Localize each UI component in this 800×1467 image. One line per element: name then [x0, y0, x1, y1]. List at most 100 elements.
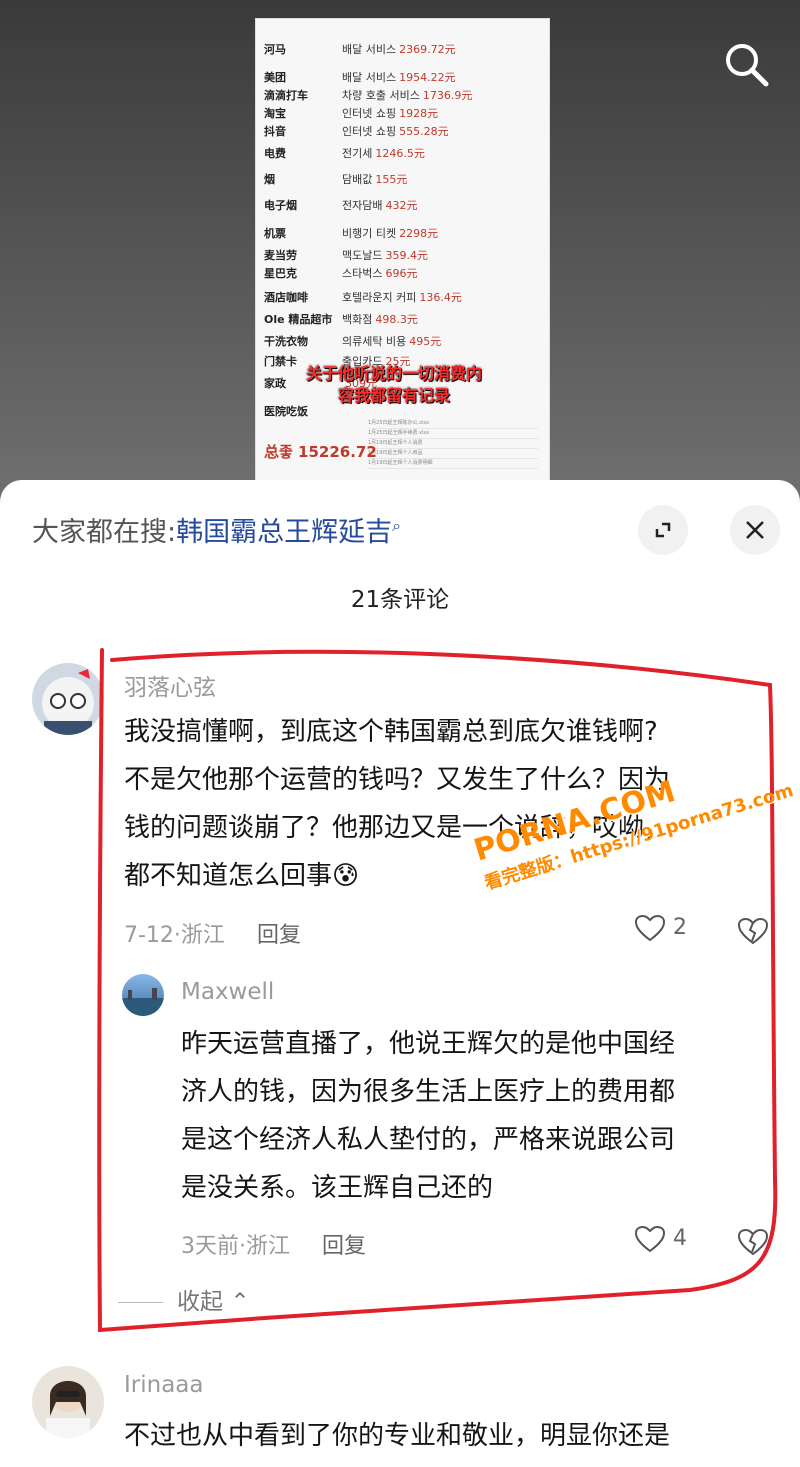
divider — [118, 1302, 163, 1303]
expense-amount: 1736.9元 — [422, 89, 473, 102]
avatar[interactable] — [32, 1366, 104, 1438]
expense-category: 电费 — [264, 147, 286, 160]
expense-category: 滴滴打车 — [264, 89, 308, 102]
comment-username[interactable]: Maxwell — [181, 979, 274, 1005]
like-count: 4 — [673, 1226, 687, 1251]
expense-korean-label: 의류세탁 비용 — [342, 335, 407, 348]
like-button[interactable]: 4 — [634, 1225, 687, 1253]
comments-sheet: 大家都在搜:韩国霸总王辉延吉⌕ 21条评论 羽落心弦 我没搞懂啊，到底这个韩国霸… — [0, 480, 800, 1467]
comment-count: 21条评论 — [350, 587, 450, 613]
expense-category: 酒店咖啡 — [264, 291, 308, 304]
expense-amount: 1954.22元 — [399, 71, 456, 84]
chevron-up-icon: ⌃ — [230, 1289, 250, 1315]
heart-icon — [634, 1225, 666, 1253]
expense-korean-label: 배달 서비스 — [342, 43, 397, 56]
expense-document: 河马 배달 서비스 2369.72元 美团 배달 서비스 1954.22元 滴滴打车 차량 호… — [255, 18, 550, 482]
expense-amount: 495元 — [409, 335, 442, 348]
search-small-icon: ⌕ — [392, 516, 402, 535]
expense-category: 河马 — [264, 43, 286, 56]
file-item: 1月19日起王辉个人用品 — [368, 449, 538, 459]
expense-amount: 1246.5元 — [375, 147, 425, 160]
search-icon[interactable] — [720, 38, 774, 92]
expense-korean-label: 비행기 티켓 — [342, 227, 397, 240]
like-button[interactable]: 2 — [634, 914, 687, 942]
trending-search[interactable]: 大家都在搜:韩国霸总王辉延吉⌕ — [32, 510, 401, 549]
comment-time-location: 3天前·浙江 — [181, 1234, 290, 1259]
expense-row: 淘宝 인터넷 쇼핑 1928元 — [264, 105, 438, 121]
expense-amount: 555.28元 — [399, 125, 449, 138]
reply-button[interactable]: 回复 — [322, 1234, 366, 1259]
expand-icon — [655, 522, 671, 538]
expense-korean-label: 호텔라운지 커피 — [342, 291, 417, 304]
expense-korean-label: 차량 호출 서비스 — [342, 89, 420, 102]
expense-korean-label: 배달 서비스 — [342, 71, 397, 84]
expense-amount: 136.4元 — [419, 291, 462, 304]
trending-search-link[interactable]: 韩国霸总王辉延吉 — [176, 517, 392, 548]
expense-korean-label: 전자담배 — [342, 199, 383, 212]
expense-category: 淘宝 — [264, 107, 286, 120]
comment-line: 昨天运营直播了，他说王辉欠的是他中国经 — [181, 1029, 676, 1059]
expense-row: 麦当劳 맥도날드 359.4元 — [264, 247, 428, 263]
expense-korean-label: 인터넷 쇼핑 — [342, 125, 397, 138]
file-list: 1月25日起王辉陈办公.xlsx 1月25日起王辉手续费.xlsx 1月19日起… — [368, 419, 538, 469]
comment-line: 是没关系。该王辉自己还的 — [181, 1173, 494, 1203]
emoji-icon: 😰 — [332, 861, 360, 891]
expand-button[interactable] — [638, 505, 688, 555]
collapse-replies-button[interactable]: 收起 ⌃ — [118, 1282, 250, 1316]
expense-row: 电费 전기세 1246.5元 — [264, 145, 425, 161]
expense-row: 机票 비행기 티켓 2298元 — [264, 225, 438, 241]
expense-korean-label: 전기세 — [342, 147, 373, 160]
comment-line: 不过也从中看到了你的专业和敬业，明显你还是 — [124, 1421, 671, 1451]
expense-amount: 2369.72元 — [399, 43, 456, 56]
expense-amount: 432元 — [385, 199, 418, 212]
comment-meta: 3天前·浙江 回复 — [181, 1228, 366, 1260]
expense-category: 电子烟 — [264, 199, 297, 212]
avatar[interactable] — [32, 663, 104, 735]
expense-row: 电子烟 전자담배 432元 — [264, 197, 417, 213]
avatar[interactable] — [122, 974, 164, 1016]
overlay-line-1: 关于他听说的一切消费内 — [306, 364, 483, 383]
expense-amount: 696元 — [385, 267, 418, 280]
expense-row: Ole 精品超市 백화점 498.3元 — [264, 311, 418, 327]
comment-username[interactable]: 羽落心弦 — [124, 668, 216, 702]
file-item: 1月19日起王辉个人消费明细 — [368, 459, 538, 469]
search-prefix: 大家都在搜: — [32, 517, 177, 548]
dislike-button[interactable] — [737, 917, 769, 949]
expense-category: 烟 — [264, 173, 275, 186]
comment-text: 昨天运营直播了，他说王辉欠的是他中国经 济人的钱，因为很多生活上医疗上的费用都 … — [181, 1020, 675, 1212]
expense-amount: 2298元 — [399, 227, 439, 240]
expense-row: 星巴克 스타벅스 696元 — [264, 265, 417, 281]
dislike-button[interactable] — [737, 1228, 769, 1260]
comment-line: 是这个经济人私人垫付的，严格来说跟公司 — [181, 1125, 676, 1155]
comment-text: 不过也从中看到了你的专业和敬业，明显你还是 — [124, 1412, 670, 1460]
expense-category: 麦当劳 — [264, 249, 297, 262]
expense-korean-label: 백화점 — [342, 313, 373, 326]
expense-category: 机票 — [264, 227, 286, 240]
comment-line: 济人的钱，因为很多生活上医疗上的费用都 — [181, 1077, 676, 1107]
file-item: 1月25日起王辉手续费.xlsx — [368, 429, 538, 439]
expense-category: 美团 — [264, 71, 286, 84]
broken-heart-icon — [737, 1228, 769, 1256]
expense-category: Ole 精品超市 — [264, 313, 333, 326]
comment-time-location: 7-12·浙江 — [124, 923, 225, 948]
overlay-caption: 关于他听说的一切消费内 容我都留有记录 — [306, 363, 482, 407]
expense-row: 美团 배달 서비스 1954.22元 — [264, 69, 456, 85]
comment-line: 不是欠他那个运营的钱吗？又发生了什么？因为 — [124, 765, 671, 795]
reply-button[interactable]: 回复 — [257, 923, 301, 948]
expense-amount: 155元 — [375, 173, 408, 186]
expense-row: 干洗衣物 의류세탁 비용 495元 — [264, 333, 441, 349]
file-item: 1月25日起王辉陈办公.xlsx — [368, 419, 538, 429]
comment-line: 都不知道怎么回事 — [124, 861, 333, 891]
close-icon — [746, 521, 764, 539]
expense-row: 滴滴打车 차량 호출 서비스 1736.9元 — [264, 87, 472, 103]
video-preview: 河马 배달 서비스 2369.72元 美团 배달 서비스 1954.22元 滴滴打车 차량 호… — [0, 0, 800, 500]
comment-username[interactable]: Irinaaa — [124, 1372, 204, 1398]
expense-row: 河马 배달 서비스 2369.72元 — [264, 41, 456, 57]
expense-row: 抖音 인터넷 쇼핑 555.28元 — [264, 123, 449, 139]
close-button[interactable] — [730, 505, 780, 555]
expense-category: 抖音 — [264, 125, 286, 138]
expense-amount: 359.4元 — [385, 249, 428, 262]
broken-heart-icon — [737, 917, 769, 945]
total-amount: 总좋 15226.72 — [264, 443, 377, 461]
expense-korean-label: 스타벅스 — [342, 267, 383, 280]
